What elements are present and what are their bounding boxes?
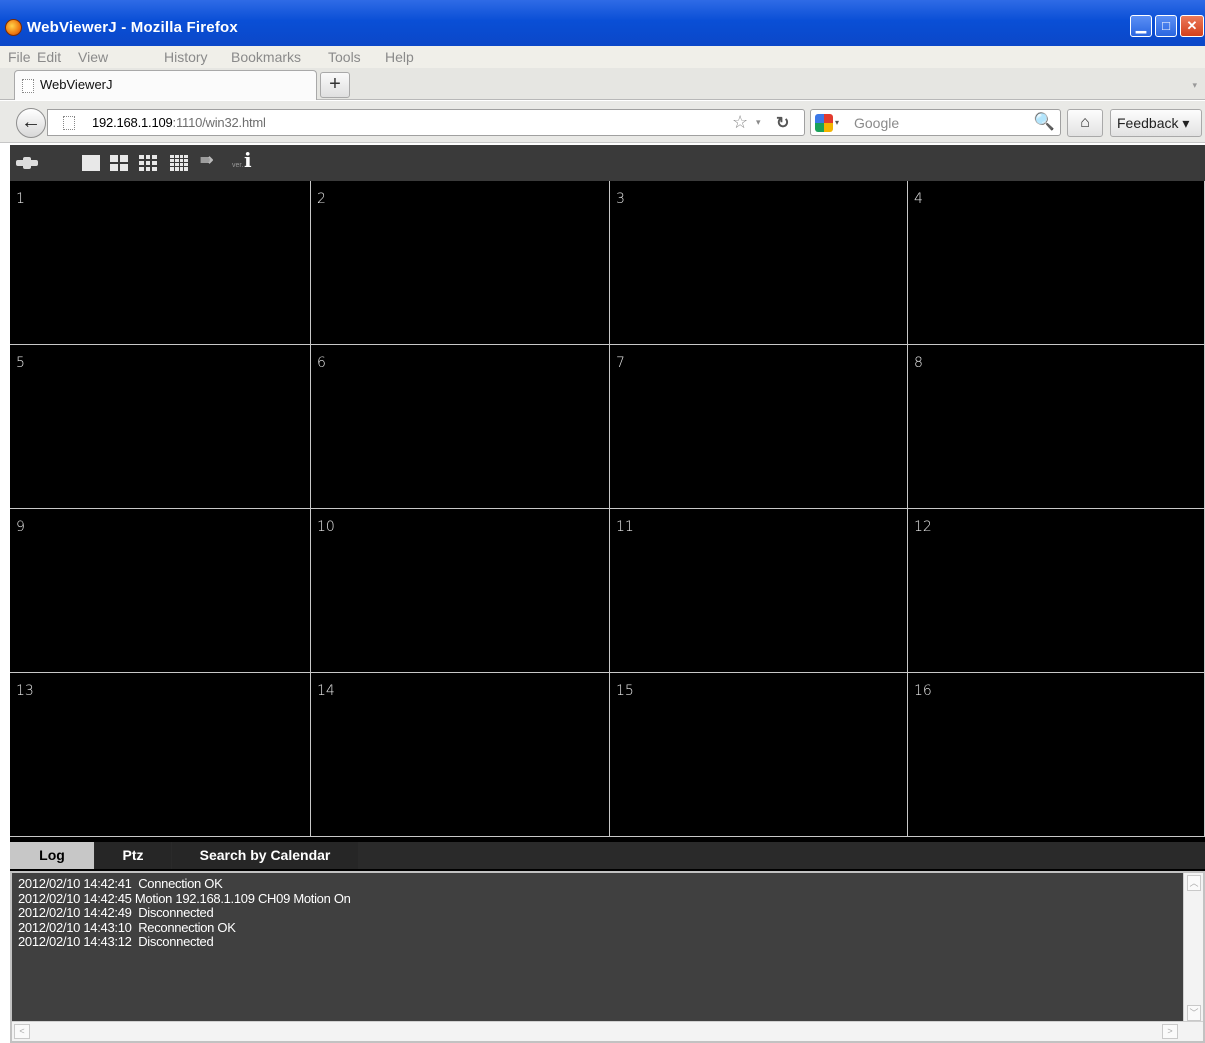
channel-number: 12 — [914, 519, 932, 535]
channel-cell[interactable]: 9 — [10, 509, 311, 673]
layout-9-icon[interactable] — [139, 155, 157, 171]
channel-cell[interactable]: 16 — [908, 673, 1205, 837]
search-bar[interactable]: ▾ Google 🔍 — [810, 109, 1061, 136]
window-titlebar[interactable]: WebViewerJ - Mozilla Firefox ▁ □ ✕ — [0, 0, 1205, 46]
channel-cell[interactable]: 4 — [908, 181, 1205, 345]
connect-icon[interactable] — [16, 157, 38, 169]
url-path: :1110/win32.html — [172, 115, 266, 130]
close-button[interactable]: ✕ — [1180, 15, 1204, 37]
navigation-bar: 192.168.1.109:1110/win32.html ☆ ▾ ↻ ← ▾ … — [0, 101, 1205, 143]
reload-icon[interactable]: ↻ — [776, 113, 789, 133]
new-tab-button[interactable]: + — [320, 72, 350, 98]
url-host: 192.168.1.109 — [92, 115, 173, 130]
tab-search-by-calendar[interactable]: Search by Calendar — [172, 842, 358, 869]
channel-cell[interactable]: 2 — [311, 181, 610, 345]
scroll-left-icon[interactable]: < — [14, 1024, 30, 1039]
channel-number: 8 — [914, 355, 923, 371]
channel-cell[interactable]: 7 — [610, 345, 908, 509]
channel-grid: 1 2 3 4 5 6 7 8 9 10 11 12 13 14 15 16 — [10, 181, 1205, 837]
url-text: 192.168.1.109:1110/win32.html — [92, 115, 266, 130]
menu-edit[interactable]: Edit — [37, 49, 61, 65]
url-bar[interactable]: 192.168.1.109:1110/win32.html ☆ ▾ ↻ — [47, 109, 805, 136]
channel-number: 9 — [16, 519, 25, 535]
bookmark-star-icon[interactable]: ☆ — [732, 112, 748, 133]
channel-cell[interactable]: 6 — [311, 345, 610, 509]
scroll-down-icon[interactable]: ﹀ — [1187, 1005, 1201, 1021]
menu-bookmarks[interactable]: Bookmarks — [231, 49, 301, 65]
viewer-toolbar: ⇛ ver. i — [10, 145, 1205, 181]
feedback-button[interactable]: Feedback ▾ — [1110, 109, 1202, 137]
channel-cell[interactable]: 3 — [610, 181, 908, 345]
channel-cell[interactable]: 5 — [10, 345, 311, 509]
scroll-right-icon[interactable]: > — [1162, 1024, 1178, 1039]
home-button[interactable]: ⌂ — [1067, 109, 1103, 137]
scroll-up-icon[interactable]: ︿ — [1187, 875, 1201, 891]
channel-cell[interactable]: 8 — [908, 345, 1205, 509]
layout-4-icon[interactable] — [110, 155, 128, 171]
channel-cell[interactable]: 10 — [311, 509, 610, 673]
channel-number: 14 — [317, 683, 335, 699]
layout-1-icon[interactable] — [82, 155, 100, 171]
tab-webviewerj[interactable]: WebViewerJ — [14, 70, 317, 100]
minimize-button[interactable]: ▁ — [1130, 15, 1152, 37]
info-icon[interactable]: i — [244, 150, 252, 170]
back-button[interactable]: ← — [16, 108, 46, 138]
channel-number: 15 — [616, 683, 634, 699]
channel-cell[interactable]: 14 — [311, 673, 610, 837]
menu-bar: File Edit View History Bookmarks Tools H… — [0, 46, 1205, 68]
layout-16-icon[interactable] — [170, 155, 188, 171]
web-viewer: ⇛ ver. i 1 2 3 4 5 6 7 8 9 10 11 12 13 14 15 16 Log Ptz… — [10, 145, 1205, 1043]
tab-label: WebViewerJ — [40, 77, 113, 92]
log-panel[interactable]: 2012/02/10 14:42:41 Connection OK 2012/0… — [10, 871, 1205, 1043]
horizontal-scrollbar[interactable]: < > — [12, 1021, 1203, 1041]
channel-number: 1 — [16, 191, 25, 207]
menu-history[interactable]: History — [164, 49, 208, 65]
channel-cell[interactable]: 12 — [908, 509, 1205, 673]
channel-number: 3 — [616, 191, 625, 207]
log-entry: 2012/02/10 14:42:49 Disconnected — [18, 905, 214, 920]
firefox-icon — [5, 19, 22, 36]
site-identity-icon[interactable] — [63, 116, 75, 130]
history-dropdown-icon[interactable]: ▾ — [756, 117, 761, 128]
log-entry: 2012/02/10 14:43:10 Reconnection OK — [18, 919, 236, 935]
menu-file[interactable]: File — [8, 49, 31, 65]
channel-number: 4 — [914, 191, 923, 207]
channel-number: 5 — [16, 355, 25, 371]
panel-tabs: Log Ptz Search by Calendar — [10, 842, 1205, 869]
version-label: ver. — [232, 162, 244, 169]
channel-number: 2 — [317, 191, 326, 207]
log-entry: 2012/02/10 14:42:45 Motion 192.168.1.109… — [18, 890, 351, 906]
menu-help[interactable]: Help — [385, 49, 414, 65]
log-list: 2012/02/10 14:42:41 Connection OK 2012/0… — [18, 876, 351, 950]
menu-view[interactable]: View — [78, 49, 108, 65]
channel-cell[interactable]: 13 — [10, 673, 311, 837]
channel-number: 11 — [616, 519, 634, 535]
search-icon[interactable]: 🔍 — [1034, 112, 1055, 132]
list-all-tabs-icon[interactable]: ▾ — [1192, 80, 1197, 91]
log-entry: 2012/02/10 14:42:41 Connection OK — [18, 876, 223, 891]
menu-tools[interactable]: Tools — [328, 49, 361, 65]
channel-number: 7 — [616, 355, 625, 371]
channel-number: 10 — [317, 519, 335, 535]
channel-number: 6 — [317, 355, 326, 371]
channel-number: 13 — [16, 683, 34, 699]
search-engine-dropdown-icon[interactable]: ▾ — [835, 118, 839, 127]
tab-ptz[interactable]: Ptz — [95, 842, 171, 869]
channel-cell[interactable]: 15 — [610, 673, 908, 837]
search-placeholder: Google — [854, 115, 900, 131]
tab-strip: WebViewerJ + ▾ — [0, 68, 1205, 100]
log-entry: 2012/02/10 14:43:12 Disconnected — [18, 934, 214, 949]
maximize-button[interactable]: □ — [1155, 15, 1177, 37]
tab-log[interactable]: Log — [10, 842, 94, 869]
channel-cell[interactable]: 1 — [10, 181, 311, 345]
channel-number: 16 — [914, 683, 932, 699]
vertical-scrollbar[interactable]: ︿ ﹀ — [1183, 873, 1203, 1023]
window-title: WebViewerJ - Mozilla Firefox — [27, 19, 238, 36]
sequence-icon[interactable]: ⇛ — [200, 153, 213, 169]
page-icon — [22, 79, 34, 93]
channel-cell[interactable]: 11 — [610, 509, 908, 673]
google-icon[interactable] — [815, 114, 833, 132]
